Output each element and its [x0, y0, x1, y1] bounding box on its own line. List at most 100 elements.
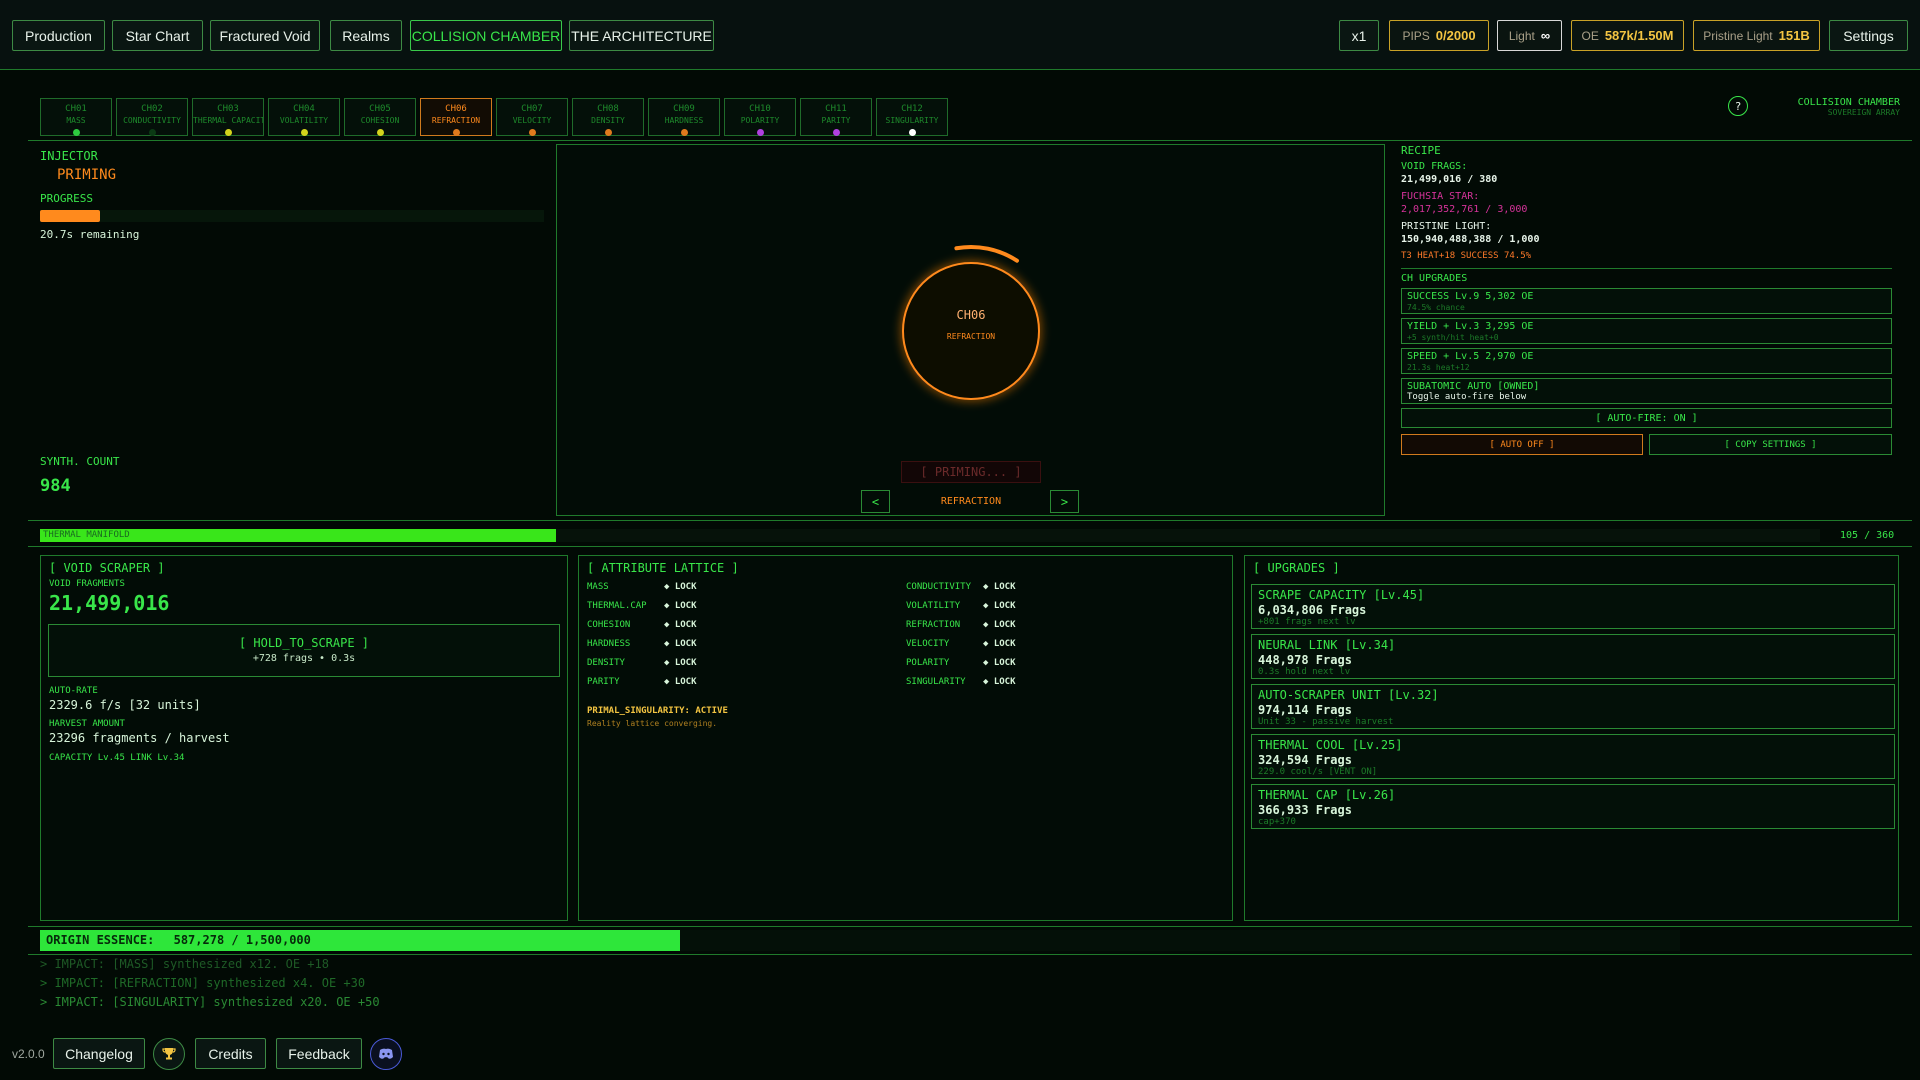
recipe-pristine-value: 150,940,488,388 / 1,000	[1401, 234, 1540, 245]
upgrade-title: SCRAPE CAPACITY [Lv.45]	[1258, 588, 1425, 602]
oe-display: OE 587k/1.50M	[1571, 20, 1684, 51]
attribute-lock-state[interactable]: ◆ LOCK	[983, 658, 1016, 668]
channel-name: PARITY	[821, 116, 851, 125]
channel-selector-label: REFRACTION	[940, 496, 1002, 507]
upgrade-sub: Unit 33 - passive harvest	[1258, 717, 1394, 727]
channel-tab-mass[interactable]: CH01 MASS	[40, 98, 112, 136]
upgrade-auto-scraper-unit[interactable]: AUTO-SCRAPER UNIT [Lv.32] 974,114 Frags …	[1251, 684, 1895, 729]
attribute-lock-state[interactable]: ◆ LOCK	[983, 582, 1016, 592]
pristine-value: 151B	[1778, 28, 1810, 43]
channel-tab-volatility[interactable]: CH04 VOLATILITY	[268, 98, 340, 136]
fire-button[interactable]: [ PRIMING... ]	[901, 461, 1041, 483]
discord-button[interactable]	[370, 1038, 402, 1070]
auto-rate-value: 2329.6 f/s [32 units]	[49, 698, 201, 712]
help-button[interactable]: ?	[1728, 96, 1748, 116]
thermal-manifold-value: 105 / 360	[1840, 530, 1895, 541]
attribute-lock-state[interactable]: ◆ LOCK	[983, 677, 1016, 687]
recipe-tier-line: T3 HEAT+18 SUCCESS 74.5%	[1401, 251, 1532, 261]
origin-essence-label: ORIGIN ESSENCE:	[46, 933, 155, 947]
tab-the-architecture[interactable]: THE ARCHITECTURE	[569, 20, 714, 51]
copy-settings-button[interactable]: [ COPY SETTINGS ]	[1649, 434, 1892, 455]
credits-button[interactable]: Credits	[195, 1038, 266, 1069]
channel-code: CH10	[749, 104, 771, 114]
settings-button[interactable]: Settings	[1829, 20, 1908, 51]
channel-status-dot	[908, 129, 916, 136]
attribute-lock-state[interactable]: ◆ LOCK	[664, 677, 697, 687]
chamber-header: COLLISION CHAMBER SOVEREIGN ARRAY	[1798, 97, 1900, 117]
attribute-name: POLARITY	[906, 658, 950, 668]
channel-status-dot	[756, 129, 764, 136]
auto-off-button[interactable]: [ AUTO OFF ]	[1401, 434, 1643, 455]
next-channel-button[interactable]: >	[1050, 490, 1079, 513]
attribute-lock-state[interactable]: ◆ LOCK	[664, 601, 697, 611]
ch-upgrade-yield[interactable]: YIELD + Lv.3 3,295 OE +5 synth/hit heat+…	[1401, 318, 1892, 344]
autofire-toggle[interactable]: [ AUTO-FIRE: ON ]	[1401, 408, 1892, 428]
ch-upgrade-title: SUBATOMIC AUTO [OWNED]	[1407, 381, 1540, 392]
tab-fractured-void[interactable]: Fractured Void	[210, 20, 320, 51]
channel-tab-thermal-capacity[interactable]: CH03 THERMAL CAPACITY	[192, 98, 264, 136]
channel-status-dot	[72, 129, 80, 136]
upgrade-scrape-capacity[interactable]: SCRAPE CAPACITY [Lv.45] 6,034,806 Frags …	[1251, 584, 1895, 629]
pips-value: 0/2000	[1435, 28, 1476, 43]
channel-tab-singularity[interactable]: CH12 SINGULARITY	[876, 98, 948, 136]
attribute-lock-state[interactable]: ◆ LOCK	[983, 639, 1016, 649]
attribute-name: VELOCITY	[906, 639, 950, 649]
channel-status-dot	[224, 129, 232, 136]
channel-name: VOLATILITY	[279, 116, 329, 125]
achievements-button[interactable]	[153, 1038, 185, 1070]
recipe-pristine-label: PRISTINE LIGHT:	[1401, 221, 1492, 232]
ch-upgrades-label: CH UPGRADES	[1401, 273, 1468, 284]
tab-realms[interactable]: Realms	[330, 20, 402, 51]
attribute-lock-state[interactable]: ◆ LOCK	[664, 582, 697, 592]
reactor-name: REFRACTION	[946, 332, 996, 341]
channel-name: THERMAL CAPACITY	[193, 116, 263, 125]
divider	[28, 926, 1912, 927]
channel-tab-conductivity[interactable]: CH02 CONDUCTIVITY	[116, 98, 188, 136]
upgrade-thermal-cool[interactable]: THERMAL COOL [Lv.25] 324,594 Frags 229.0…	[1251, 734, 1895, 779]
channel-tab-velocity[interactable]: CH07 VELOCITY	[496, 98, 568, 136]
attribute-lock-state[interactable]: ◆ LOCK	[983, 620, 1016, 630]
upgrade-neural-link[interactable]: NEURAL LINK [Lv.34] 448,978 Frags 0.3s h…	[1251, 634, 1895, 679]
upgrade-title: AUTO-SCRAPER UNIT [Lv.32]	[1258, 688, 1439, 702]
channel-tab-parity[interactable]: CH11 PARITY	[800, 98, 872, 136]
ch-upgrade-speed[interactable]: SPEED + Lv.5 2,970 OE 21.3s heat+12	[1401, 348, 1892, 374]
ch-upgrade-success[interactable]: SUCCESS Lv.9 5,302 OE 74.5% chance	[1401, 288, 1892, 314]
feedback-button[interactable]: Feedback	[276, 1038, 362, 1069]
progress-label: PROGRESS	[40, 192, 93, 205]
ch-upgrade-title: SPEED + Lv.5 2,970 OE	[1407, 351, 1534, 362]
channel-tab-cohesion[interactable]: CH05 COHESION	[344, 98, 416, 136]
channel-code: CH05	[369, 104, 391, 114]
divider	[1401, 268, 1892, 269]
prev-channel-button[interactable]: <	[861, 490, 890, 513]
attribute-lock-state[interactable]: ◆ LOCK	[664, 658, 697, 668]
lattice-status-sub: Reality lattice converging.	[587, 719, 718, 728]
hold-to-scrape-button[interactable]: [ HOLD_TO_SCRAPE ] +728 frags • 0.3s	[48, 624, 560, 677]
ch-upgrade-sub: Toggle auto-fire below	[1407, 392, 1527, 402]
channel-status-dot	[528, 129, 536, 136]
channel-tab-polarity[interactable]: CH10 POLARITY	[724, 98, 796, 136]
channel-tab-refraction[interactable]: CH06 REFRACTION	[420, 98, 492, 136]
upgrade-title: THERMAL COOL [Lv.25]	[1258, 738, 1403, 752]
ch-upgrade-sub: +5 synth/hit heat+0	[1407, 333, 1499, 342]
changelog-button[interactable]: Changelog	[53, 1038, 145, 1069]
trophy-icon	[162, 1048, 176, 1060]
ch-upgrade-subatomic-auto: SUBATOMIC AUTO [OWNED] Toggle auto-fire …	[1401, 378, 1892, 404]
attribute-lock-state[interactable]: ◆ LOCK	[664, 620, 697, 630]
upgrade-thermal-cap[interactable]: THERMAL CAP [Lv.26] 366,933 Frags cap+37…	[1251, 784, 1895, 829]
tab-collision-chamber[interactable]: COLLISION CHAMBER	[410, 20, 562, 51]
tab-star-chart[interactable]: Star Chart	[112, 20, 203, 51]
injector-status: PRIMING	[57, 167, 117, 183]
attribute-lock-state[interactable]: ◆ LOCK	[983, 601, 1016, 611]
attribute-name: SINGULARITY	[906, 677, 966, 687]
channel-name: MASS	[66, 116, 86, 125]
speed-button[interactable]: x1	[1339, 20, 1379, 51]
thermal-manifold-fill: THERMAL MANIFOLD	[40, 529, 557, 542]
attribute-lock-state[interactable]: ◆ LOCK	[664, 639, 697, 649]
channel-name: DENSITY	[591, 116, 625, 125]
tab-production[interactable]: Production	[12, 20, 105, 51]
pristine-light-display: Pristine Light 151B	[1693, 20, 1820, 51]
channel-tab-density[interactable]: CH08 DENSITY	[572, 98, 644, 136]
divider	[28, 520, 1912, 521]
channel-tab-hardness[interactable]: CH09 HARDNESS	[648, 98, 720, 136]
scrape-button-sub: +728 frags • 0.3s	[252, 653, 356, 664]
